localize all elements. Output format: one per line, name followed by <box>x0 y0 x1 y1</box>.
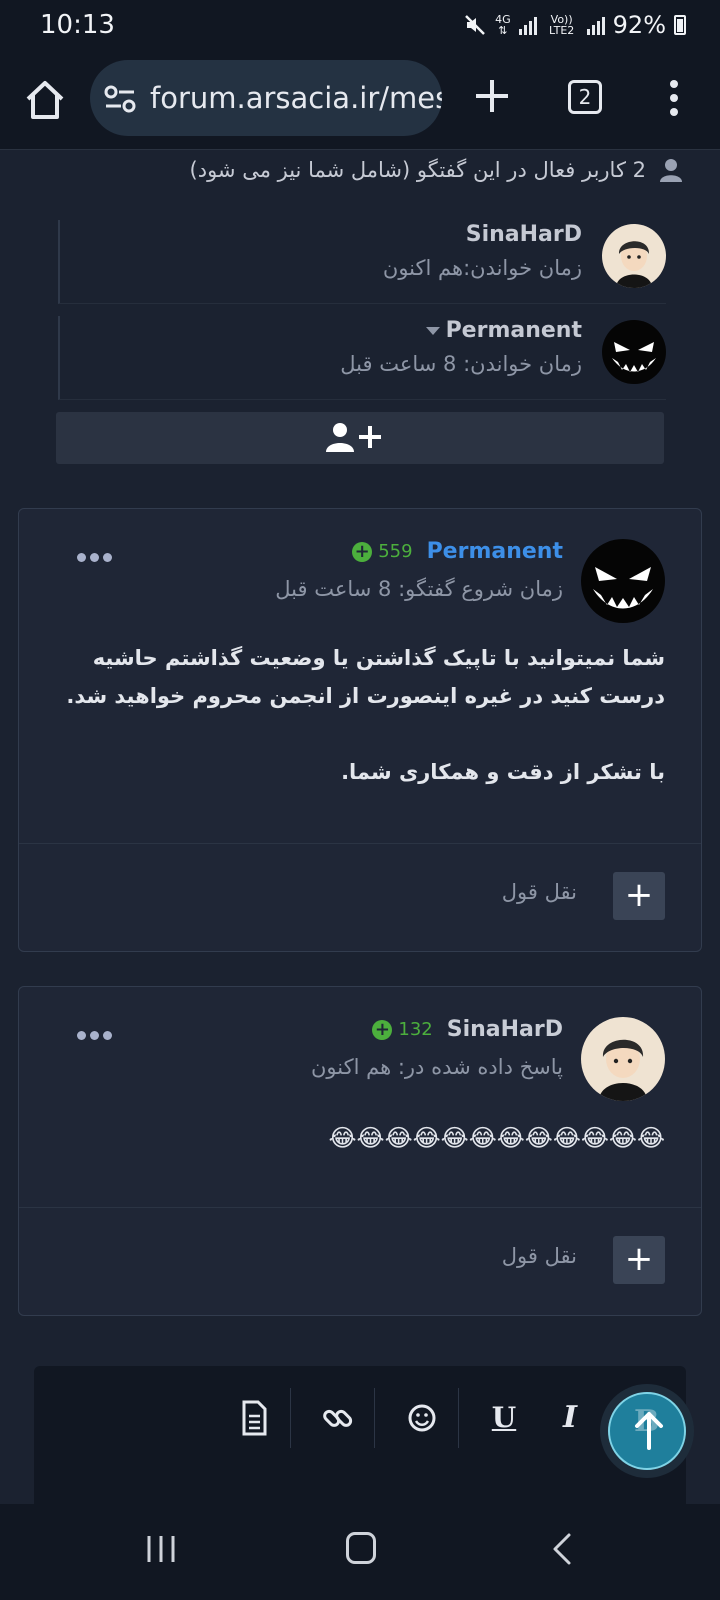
status-icons: 4G ⇅ Vo)) LTE2 92% <box>463 11 686 39</box>
battery-percent: 92% <box>612 11 666 39</box>
avatar[interactable] <box>581 1017 665 1101</box>
participant-item[interactable]: SinaHarD زمان خواندن:هم اکنون <box>58 220 666 304</box>
avatar[interactable] <box>602 320 666 384</box>
status-bar: 10:13 4G ⇅ Vo)) LTE2 92% <box>0 0 720 52</box>
toolbar-divider <box>374 1388 375 1448</box>
multiquote-button[interactable]: + <box>613 1236 665 1284</box>
document-icon[interactable] <box>232 1396 276 1440</box>
site-settings-icon[interactable] <box>104 84 136 114</box>
mute-icon <box>465 15 486 35</box>
arrow-up-icon <box>635 1412 663 1450</box>
browser-toolbar: forum.arsacia.ir/mes 2 <box>0 52 720 150</box>
toolbar-divider <box>290 1388 291 1448</box>
avatar[interactable] <box>581 539 665 623</box>
more-horiz-icon[interactable] <box>77 553 112 562</box>
network-type: 4G ⇅ <box>495 13 511 37</box>
reputation-count: 132 <box>398 1019 433 1040</box>
volte-label: Vo)) LTE2 <box>549 13 575 37</box>
message-body: شما نمیتوانید با تاپیک گذاشتن یا وضعیت گ… <box>55 639 665 791</box>
message-footer: + نقل قول <box>19 1207 701 1313</box>
url-text[interactable]: forum.arsacia.ir/mes <box>150 81 442 115</box>
chevron-down-icon[interactable] <box>425 327 440 335</box>
toolbar-divider <box>458 1388 459 1448</box>
message-timestamp: زمان شروع گفتگو: 8 ساعت قبل <box>275 577 563 601</box>
message-card: Permanent + 559 زمان شروع گفتگو: 8 ساعت … <box>18 508 702 952</box>
message-paragraph: 😂😂😂😂😂😂😂😂😂😂😂😂 <box>328 1124 665 1152</box>
participant-read-time: زمان خواندن: 8 ساعت قبل <box>340 352 582 376</box>
recents-icon[interactable] <box>146 1534 176 1564</box>
message-timestamp: پاسخ داده شده در: هم اکنون <box>311 1055 563 1079</box>
user-icon <box>660 159 682 182</box>
quote-button[interactable]: نقل قول <box>502 880 577 904</box>
author-name[interactable]: SinaHarD <box>447 1017 563 1042</box>
tab-switcher-icon[interactable]: 2 <box>568 80 602 114</box>
message-header: Permanent + 559 <box>352 539 563 564</box>
underline-icon[interactable]: U <box>482 1396 526 1440</box>
participant-read-time: زمان خواندن:هم اکنون <box>382 256 582 280</box>
signal-icon <box>518 15 537 35</box>
battery-icon <box>674 15 686 35</box>
message-card: SinaHarD + 132 پاسخ داده شده در: هم اکنو… <box>18 986 702 1316</box>
home-icon[interactable] <box>24 78 66 122</box>
italic-icon[interactable]: I <box>548 1396 592 1440</box>
participants-header: 2 کاربر فعال در این گفتگو (شامل شما نیز … <box>190 158 682 182</box>
reputation-count: 559 <box>378 541 413 562</box>
editor-toolbar: U I <box>34 1366 686 1506</box>
multiquote-button[interactable]: + <box>613 872 665 920</box>
status-time: 10:13 <box>40 10 115 40</box>
add-participant-button[interactable] <box>56 412 664 464</box>
emoji-icon[interactable] <box>400 1396 444 1440</box>
scroll-to-top-inner[interactable]: B <box>608 1392 686 1470</box>
plus-circle-icon: + <box>352 541 373 562</box>
reputation-badge: + 559 <box>352 541 413 562</box>
message-paragraph: با تشکر از دقت و همکاری شما. <box>341 760 665 784</box>
scroll-to-top-button[interactable]: B <box>600 1384 694 1478</box>
home-nav-icon[interactable] <box>346 1532 376 1564</box>
quote-button[interactable]: نقل قول <box>502 1244 577 1268</box>
participant-name[interactable]: Permanent <box>425 318 582 343</box>
add-user-icon <box>326 423 381 452</box>
participant-item[interactable]: Permanent زمان خواندن: 8 ساعت قبل <box>58 316 666 400</box>
author-name[interactable]: Permanent <box>427 539 563 564</box>
reputation-badge: + 132 <box>372 1019 433 1040</box>
link-icon[interactable] <box>316 1396 360 1440</box>
plus-circle-icon: + <box>372 1019 393 1040</box>
system-nav-bar <box>0 1504 720 1600</box>
message-header: SinaHarD + 132 <box>372 1017 563 1042</box>
back-icon[interactable] <box>552 1532 572 1566</box>
message-footer: + نقل قول <box>19 843 701 949</box>
signal-icon-2 <box>586 15 605 35</box>
address-bar[interactable]: forum.arsacia.ir/mes <box>90 60 442 136</box>
participants-count-text: 2 کاربر فعال در این گفتگو (شامل شما نیز … <box>189 158 646 182</box>
new-tab-icon[interactable] <box>472 76 512 116</box>
more-vert-icon[interactable] <box>664 78 684 118</box>
more-horiz-icon[interactable] <box>77 1031 112 1040</box>
message-body: 😂😂😂😂😂😂😂😂😂😂😂😂 <box>55 1119 665 1157</box>
avatar[interactable] <box>602 224 666 288</box>
participant-name[interactable]: SinaHarD <box>466 222 582 247</box>
message-paragraph: شما نمیتوانید با تاپیک گذاشتن یا وضعیت گ… <box>66 646 665 708</box>
participants-panel: 2 کاربر فعال در این گفتگو (شامل شما نیز … <box>18 150 702 488</box>
